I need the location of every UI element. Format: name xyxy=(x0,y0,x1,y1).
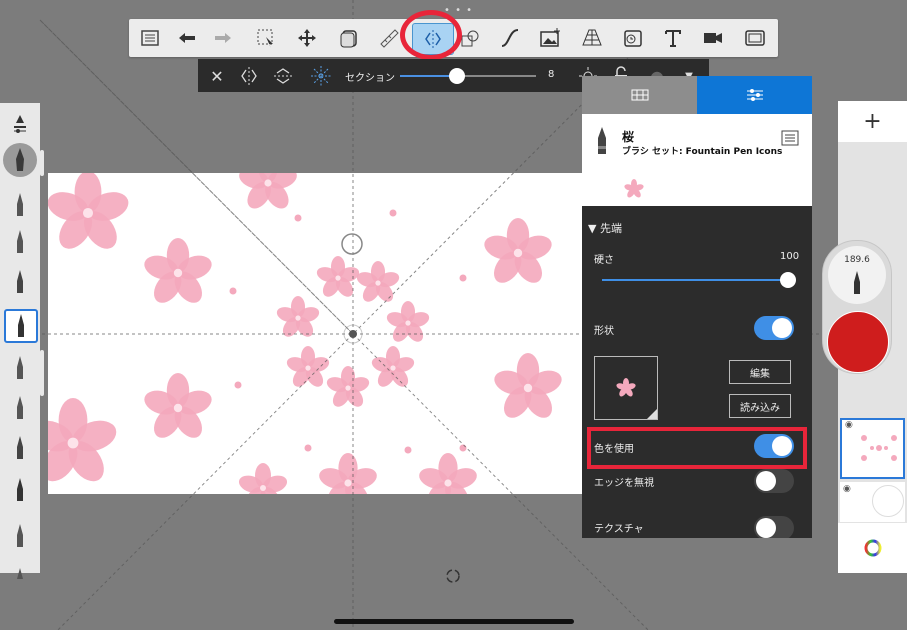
brush-slot-selected[interactable] xyxy=(4,309,38,343)
brush-name: 桜 xyxy=(622,130,635,144)
list-icon[interactable] xyxy=(135,23,165,53)
texture-toggle[interactable] xyxy=(754,516,794,538)
brush-preview[interactable] xyxy=(3,143,37,177)
curve-icon[interactable] xyxy=(495,23,525,53)
undo-icon[interactable] xyxy=(172,23,202,53)
brush-bar-handle[interactable] xyxy=(40,150,44,176)
texture-label: テクスチャ xyxy=(594,524,644,535)
reset-view-icon[interactable] xyxy=(445,568,461,588)
fullscreen-icon[interactable] xyxy=(740,23,770,53)
drawing-canvas[interactable] xyxy=(48,173,591,494)
hardness-slider-thumb[interactable] xyxy=(780,272,796,288)
add-layer-button[interactable]: + xyxy=(838,101,907,142)
brush-list-icon[interactable] xyxy=(781,130,799,150)
brush-palette xyxy=(0,103,40,579)
perspective-grid-icon[interactable] xyxy=(577,23,607,53)
eye-icon[interactable]: ◉ xyxy=(845,420,853,430)
brush-slot-6[interactable] xyxy=(8,393,32,423)
tab-brush-settings[interactable] xyxy=(697,76,812,114)
video-icon[interactable] xyxy=(698,23,728,53)
ignore-edge-toggle[interactable] xyxy=(754,469,794,493)
brush-slot-5[interactable] xyxy=(8,353,32,383)
brush-bar-handle-lower[interactable] xyxy=(40,350,44,396)
background-color-swatch[interactable] xyxy=(872,485,904,517)
symmetry-mirror-icon[interactable] xyxy=(238,65,260,87)
color-wheel-button[interactable] xyxy=(838,523,907,573)
hardness-label: 硬さ xyxy=(594,255,614,266)
hardness-slider-track[interactable] xyxy=(602,279,790,281)
hardness-value: 100 xyxy=(780,251,800,262)
section-value: 8 xyxy=(548,69,555,80)
brush-slot-3[interactable] xyxy=(8,267,32,297)
annotation-highlight-circle xyxy=(400,10,462,60)
layer-thumbnail-active[interactable]: ◉ xyxy=(840,418,905,479)
brush-settings-icon[interactable] xyxy=(8,109,32,139)
shape-toggle[interactable] xyxy=(754,316,794,340)
color-wheel-icon xyxy=(864,539,882,557)
annotation-highlight-box xyxy=(587,427,807,469)
text-icon[interactable] xyxy=(658,23,688,53)
brush-header: 桜 ブラシ セット: Fountain Pen Icons xyxy=(582,114,812,206)
brush-slot-10[interactable] xyxy=(8,559,32,589)
import-button[interactable]: 読み込み xyxy=(729,394,791,418)
close-icon[interactable]: ✕ xyxy=(206,65,228,87)
image-icon[interactable] xyxy=(535,23,565,53)
color-puck[interactable] xyxy=(827,311,889,373)
brush-puck[interactable]: 189.6 xyxy=(822,240,892,374)
brush-slot-9[interactable] xyxy=(8,521,32,551)
sliders-icon xyxy=(746,89,763,101)
shape-thumbnail[interactable] xyxy=(594,356,658,420)
redo-icon[interactable] xyxy=(208,23,238,53)
brush-slot-8[interactable] xyxy=(8,475,32,505)
selection-icon[interactable] xyxy=(251,23,281,53)
transform-icon[interactable] xyxy=(292,23,322,53)
symmetry-radial-icon[interactable] xyxy=(310,65,332,87)
brush-size-value: 189.6 xyxy=(844,255,870,265)
brush-size-puck[interactable]: 189.6 xyxy=(828,246,886,304)
symmetry-horizontal-icon[interactable] xyxy=(272,65,294,87)
edit-button[interactable]: 編集 xyxy=(729,360,791,384)
grid-icon xyxy=(631,89,648,101)
time-lapse-icon[interactable] xyxy=(618,23,648,53)
section-header-tip[interactable]: ▼ 先端 xyxy=(588,220,622,236)
brush-slot-1[interactable] xyxy=(8,190,32,220)
shape-label: 形状 xyxy=(594,326,614,337)
eye-icon[interactable]: ◉ xyxy=(843,484,851,494)
brush-set-name: ブラシ セット: Fountain Pen Icons xyxy=(622,147,783,157)
layer-icon[interactable] xyxy=(334,23,364,53)
pen-icon xyxy=(854,271,860,294)
ignore-edge-label: エッジを無視 xyxy=(594,478,654,489)
tab-brush-presets[interactable] xyxy=(582,76,697,114)
cherry-blossom-artwork xyxy=(48,173,562,494)
section-slider-thumb[interactable] xyxy=(449,68,465,84)
brush-stroke-preview xyxy=(624,179,644,203)
section-slider-track-rest xyxy=(458,75,536,77)
section-label: セクション xyxy=(345,73,395,84)
home-indicator xyxy=(334,619,574,624)
brush-slot-2[interactable] xyxy=(8,227,32,257)
fountain-pen-icon xyxy=(594,126,610,160)
layer-thumbnail-background[interactable]: ◉ xyxy=(840,482,905,522)
brush-slot-7[interactable] xyxy=(8,433,32,463)
